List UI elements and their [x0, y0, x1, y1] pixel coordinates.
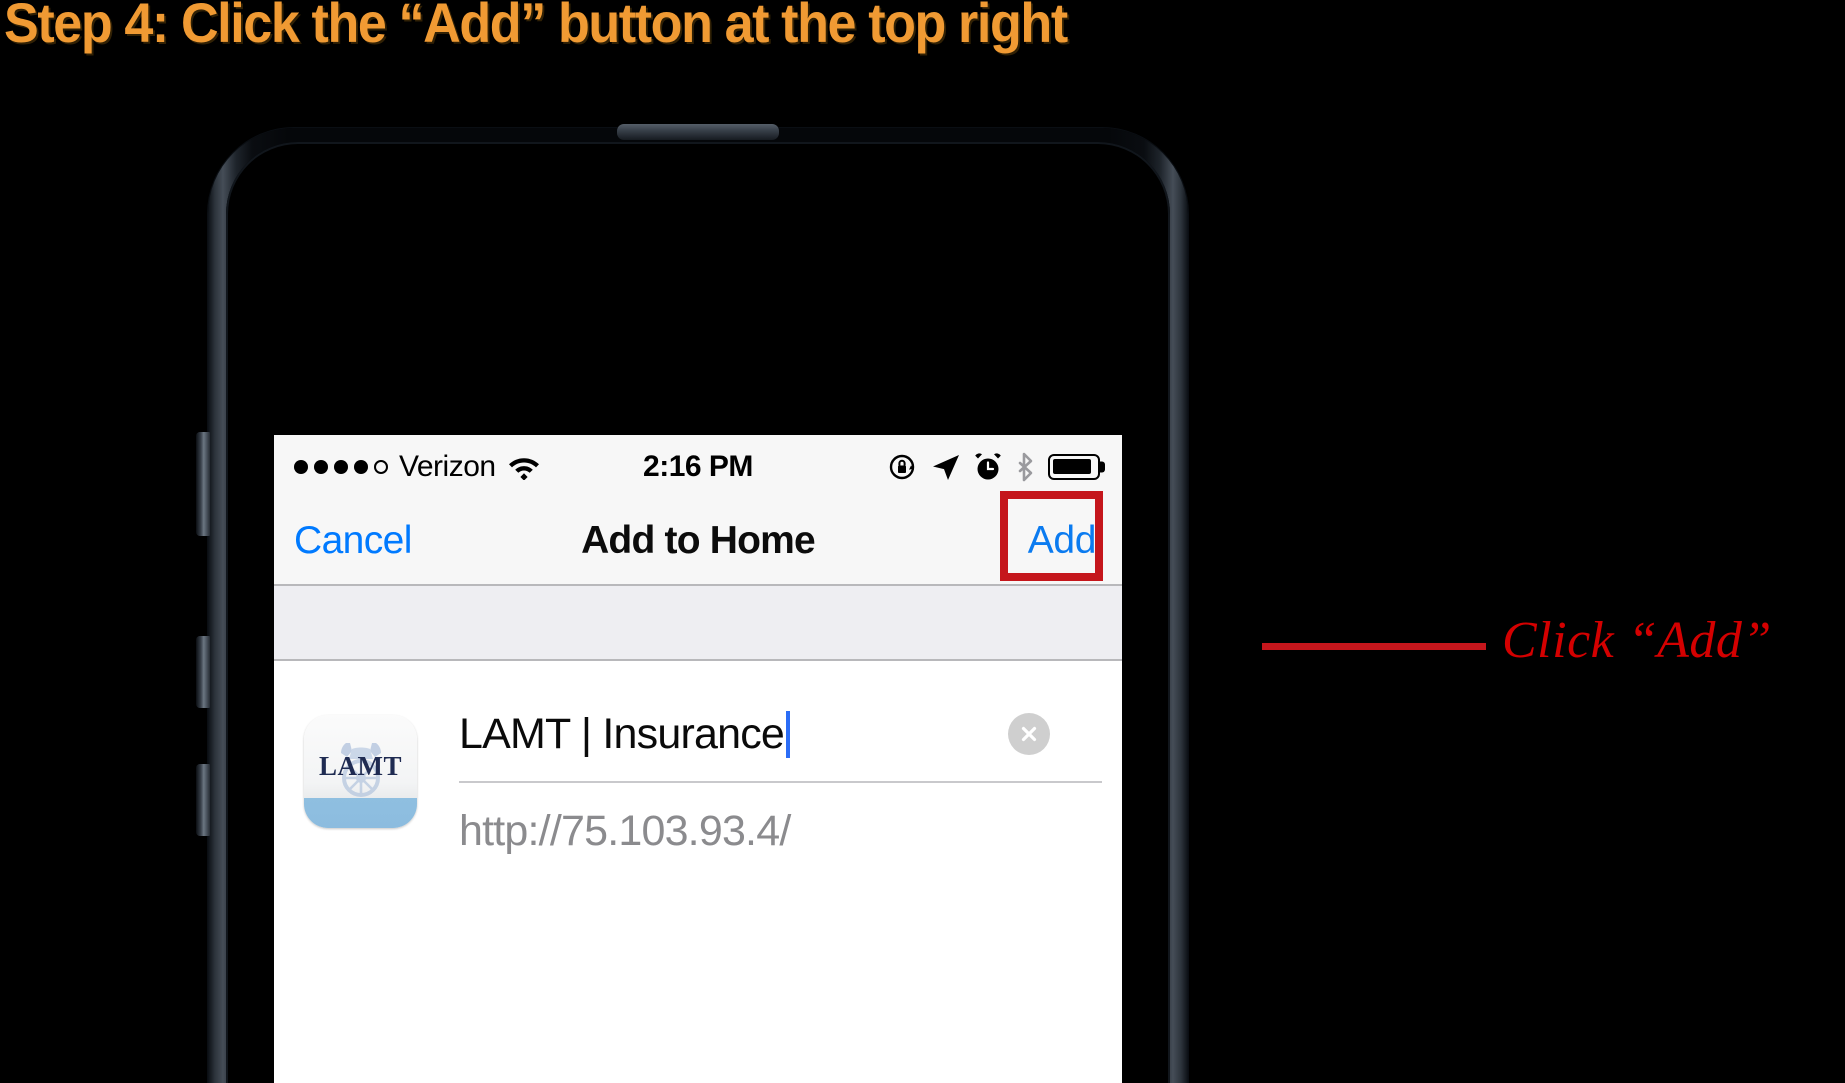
- signal-strength-icon: [294, 459, 388, 474]
- location-arrow-icon: [933, 454, 959, 480]
- title-input[interactable]: LAMT | Insurance: [459, 710, 785, 759]
- url-field-row[interactable]: http://75.103.93.4/: [459, 783, 1102, 879]
- step-instruction-title: Step 4: Click the “Add” button at the to…: [4, 0, 1068, 54]
- screenshot-stage: Step 4: Click the “Add” button at the to…: [0, 0, 1845, 1083]
- title-field-row[interactable]: LAMT | Insurance: [459, 687, 1102, 783]
- section-spacer: [274, 586, 1122, 661]
- device-top-edge: [617, 124, 779, 140]
- device-screen: Verizon 2:16 PM Cancel Add to Home Add L…: [274, 435, 1122, 1083]
- add-button[interactable]: Add: [1022, 517, 1102, 564]
- clear-circle-icon[interactable]: [1008, 713, 1050, 755]
- rotation-lock-icon: [889, 454, 915, 479]
- signal-dot-filled: [314, 459, 328, 474]
- callout-label: Click “Add”: [1502, 612, 1772, 669]
- lamt-icon-label: LAMT: [319, 751, 402, 781]
- mute-switch-button[interactable]: [196, 432, 210, 536]
- text-cursor: [786, 710, 791, 758]
- cancel-button[interactable]: Cancel: [294, 519, 412, 563]
- url-input[interactable]: http://75.103.93.4/: [459, 807, 791, 856]
- lamt-icon-band: [304, 798, 417, 828]
- close-icon: [1021, 726, 1037, 742]
- status-bar-left: Verizon: [294, 450, 541, 484]
- signal-dot-filled: [294, 459, 308, 474]
- status-bar-right: [888, 452, 1105, 482]
- carrier-name: Verizon: [399, 449, 496, 483]
- iphone-device-frame: Verizon 2:16 PM Cancel Add to Home Add L…: [196, 124, 1188, 1083]
- navigation-bar: Cancel Add to Home Add: [274, 491, 1122, 586]
- status-bar: Verizon 2:16 PM: [274, 435, 1122, 498]
- bluetooth-icon: [1018, 452, 1033, 481]
- volume-down-button[interactable]: [196, 764, 210, 836]
- signal-dot-filled: [334, 459, 348, 474]
- wifi-icon: [508, 457, 539, 480]
- lamt-app-icon: LAMT: [304, 715, 417, 828]
- entry-fields: LAMT | Insurance http://75.103.93.4/: [459, 687, 1102, 879]
- volume-up-button[interactable]: [196, 636, 210, 708]
- battery-icon: [1048, 453, 1105, 480]
- bookmark-entry-row: LAMT LAMT | Insurance http://75.103.93.4…: [274, 661, 1122, 1083]
- signal-dot-filled: [354, 459, 368, 474]
- alarm-clock-icon: [975, 452, 1001, 479]
- callout-leader-line: [1262, 643, 1486, 650]
- add-button-container: Add: [999, 491, 1103, 581]
- signal-dot-empty: [374, 459, 388, 474]
